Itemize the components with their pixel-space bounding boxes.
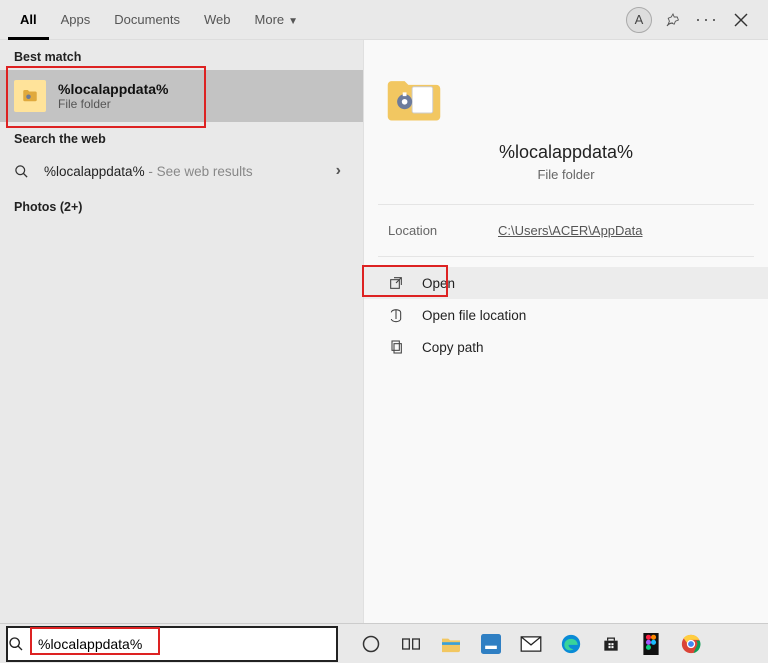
feedback-icon[interactable] bbox=[656, 3, 690, 37]
action-open-label: Open bbox=[422, 276, 455, 291]
edge-icon[interactable] bbox=[560, 633, 582, 655]
action-open[interactable]: Open bbox=[364, 267, 768, 299]
tab-more[interactable]: More▼ bbox=[243, 0, 311, 40]
web-result-text: %localappdata% - See web results bbox=[44, 164, 253, 179]
copy-icon bbox=[388, 339, 408, 355]
result-subtitle: File folder bbox=[58, 97, 168, 111]
search-box[interactable] bbox=[6, 626, 338, 662]
file-explorer-icon[interactable] bbox=[440, 633, 462, 655]
action-copy-path[interactable]: Copy path bbox=[364, 331, 768, 363]
cortana-icon[interactable] bbox=[360, 633, 382, 655]
mail-icon[interactable] bbox=[520, 633, 542, 655]
action-open-file-location[interactable]: Open file location bbox=[364, 299, 768, 331]
preview-panel: %localappdata% File folder Location C:\U… bbox=[363, 40, 768, 623]
action-open-file-location-label: Open file location bbox=[422, 308, 526, 323]
folder-icon bbox=[14, 80, 46, 112]
search-web-label: Search the web bbox=[0, 122, 363, 152]
preview-subtitle: File folder bbox=[384, 167, 748, 182]
task-view-icon[interactable] bbox=[400, 633, 422, 655]
action-copy-path-label: Copy path bbox=[422, 340, 484, 355]
chevron-right-icon: › bbox=[336, 162, 349, 180]
chrome-icon[interactable] bbox=[680, 633, 702, 655]
taskbar bbox=[0, 623, 768, 663]
store-icon[interactable] bbox=[600, 633, 622, 655]
folder-open-icon bbox=[388, 307, 408, 323]
more-options-icon[interactable]: ··· bbox=[690, 3, 724, 37]
avatar-letter: A bbox=[626, 7, 652, 33]
open-icon bbox=[388, 275, 408, 291]
divider bbox=[378, 256, 754, 257]
search-tabs: All Apps Documents Web More▼ A ··· bbox=[0, 0, 768, 40]
tab-apps[interactable]: Apps bbox=[49, 0, 103, 40]
search-icon bbox=[14, 164, 32, 179]
location-label: Location bbox=[388, 223, 498, 238]
tab-all[interactable]: All bbox=[8, 0, 49, 40]
location-link[interactable]: C:\Users\ACER\AppData bbox=[498, 223, 643, 238]
tab-web[interactable]: Web bbox=[192, 0, 243, 40]
folder-large-icon bbox=[384, 68, 748, 128]
photos-label: Photos (2+) bbox=[0, 190, 363, 220]
search-icon bbox=[8, 636, 38, 652]
app-icon-blue[interactable] bbox=[480, 633, 502, 655]
location-row: Location C:\Users\ACER\AppData bbox=[364, 205, 768, 256]
account-avatar[interactable]: A bbox=[622, 3, 656, 37]
tab-documents[interactable]: Documents bbox=[102, 0, 192, 40]
figma-icon[interactable] bbox=[640, 633, 662, 655]
best-match-label: Best match bbox=[0, 40, 363, 70]
results-panel: Best match %localappdata% File folder Se… bbox=[0, 40, 363, 623]
search-input[interactable] bbox=[38, 629, 336, 659]
best-match-result[interactable]: %localappdata% File folder bbox=[0, 70, 363, 122]
result-title: %localappdata% bbox=[58, 81, 168, 97]
web-result-item[interactable]: %localappdata% - See web results › bbox=[0, 152, 363, 190]
close-icon[interactable] bbox=[724, 3, 758, 37]
preview-title: %localappdata% bbox=[384, 142, 748, 163]
